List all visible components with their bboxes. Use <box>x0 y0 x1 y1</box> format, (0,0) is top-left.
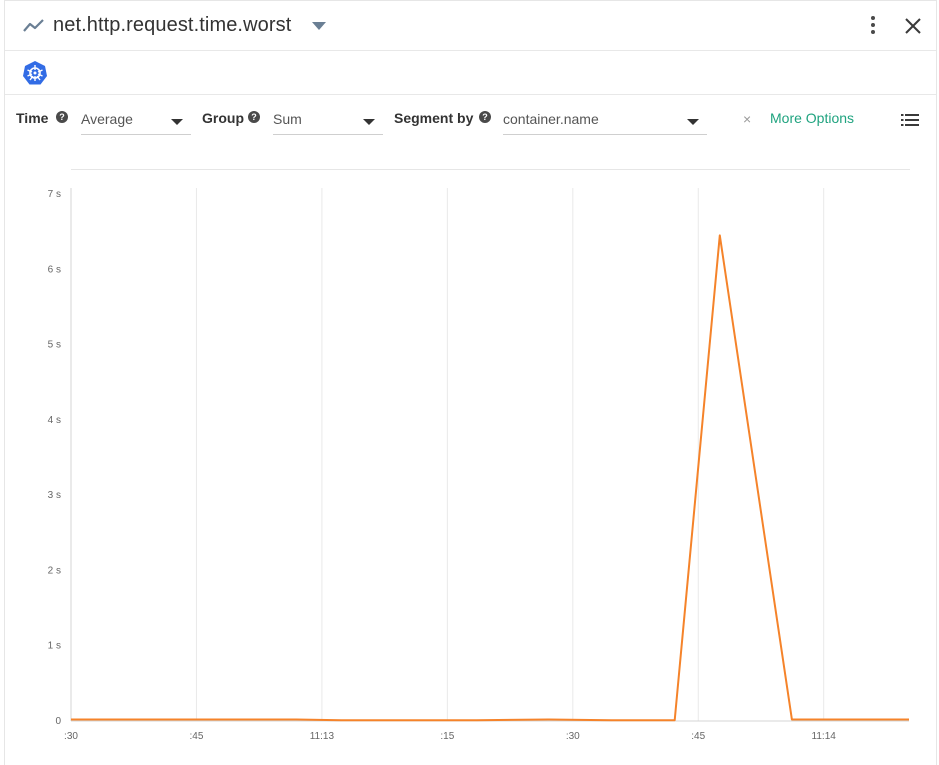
x-tick-label: :30 <box>566 731 580 742</box>
y-tick-label: 3 s <box>48 490 61 501</box>
x-tick-label: :30 <box>64 731 78 742</box>
y-tick-label: 6 s <box>48 264 61 275</box>
x-tick-label: :15 <box>440 731 454 742</box>
y-tick-label: 1 s <box>48 641 61 652</box>
y-tick-label: 4 s <box>48 415 61 426</box>
y-tick-label: 0 <box>55 716 61 727</box>
line-chart: :30 :45 11:13 :15 :30 :45 11:14 0 1 s 2 s 3 s 4 s 5 … <box>48 188 909 742</box>
x-tick-label: :45 <box>189 731 203 742</box>
y-tick-label: 5 s <box>48 340 61 351</box>
x-tick-label: 11:14 <box>812 731 837 742</box>
x-tick-label: 11:13 <box>310 731 335 742</box>
x-tick-label: :45 <box>691 731 705 742</box>
y-tick-label: 2 s <box>48 565 61 576</box>
y-tick-label: 7 s <box>48 189 61 200</box>
